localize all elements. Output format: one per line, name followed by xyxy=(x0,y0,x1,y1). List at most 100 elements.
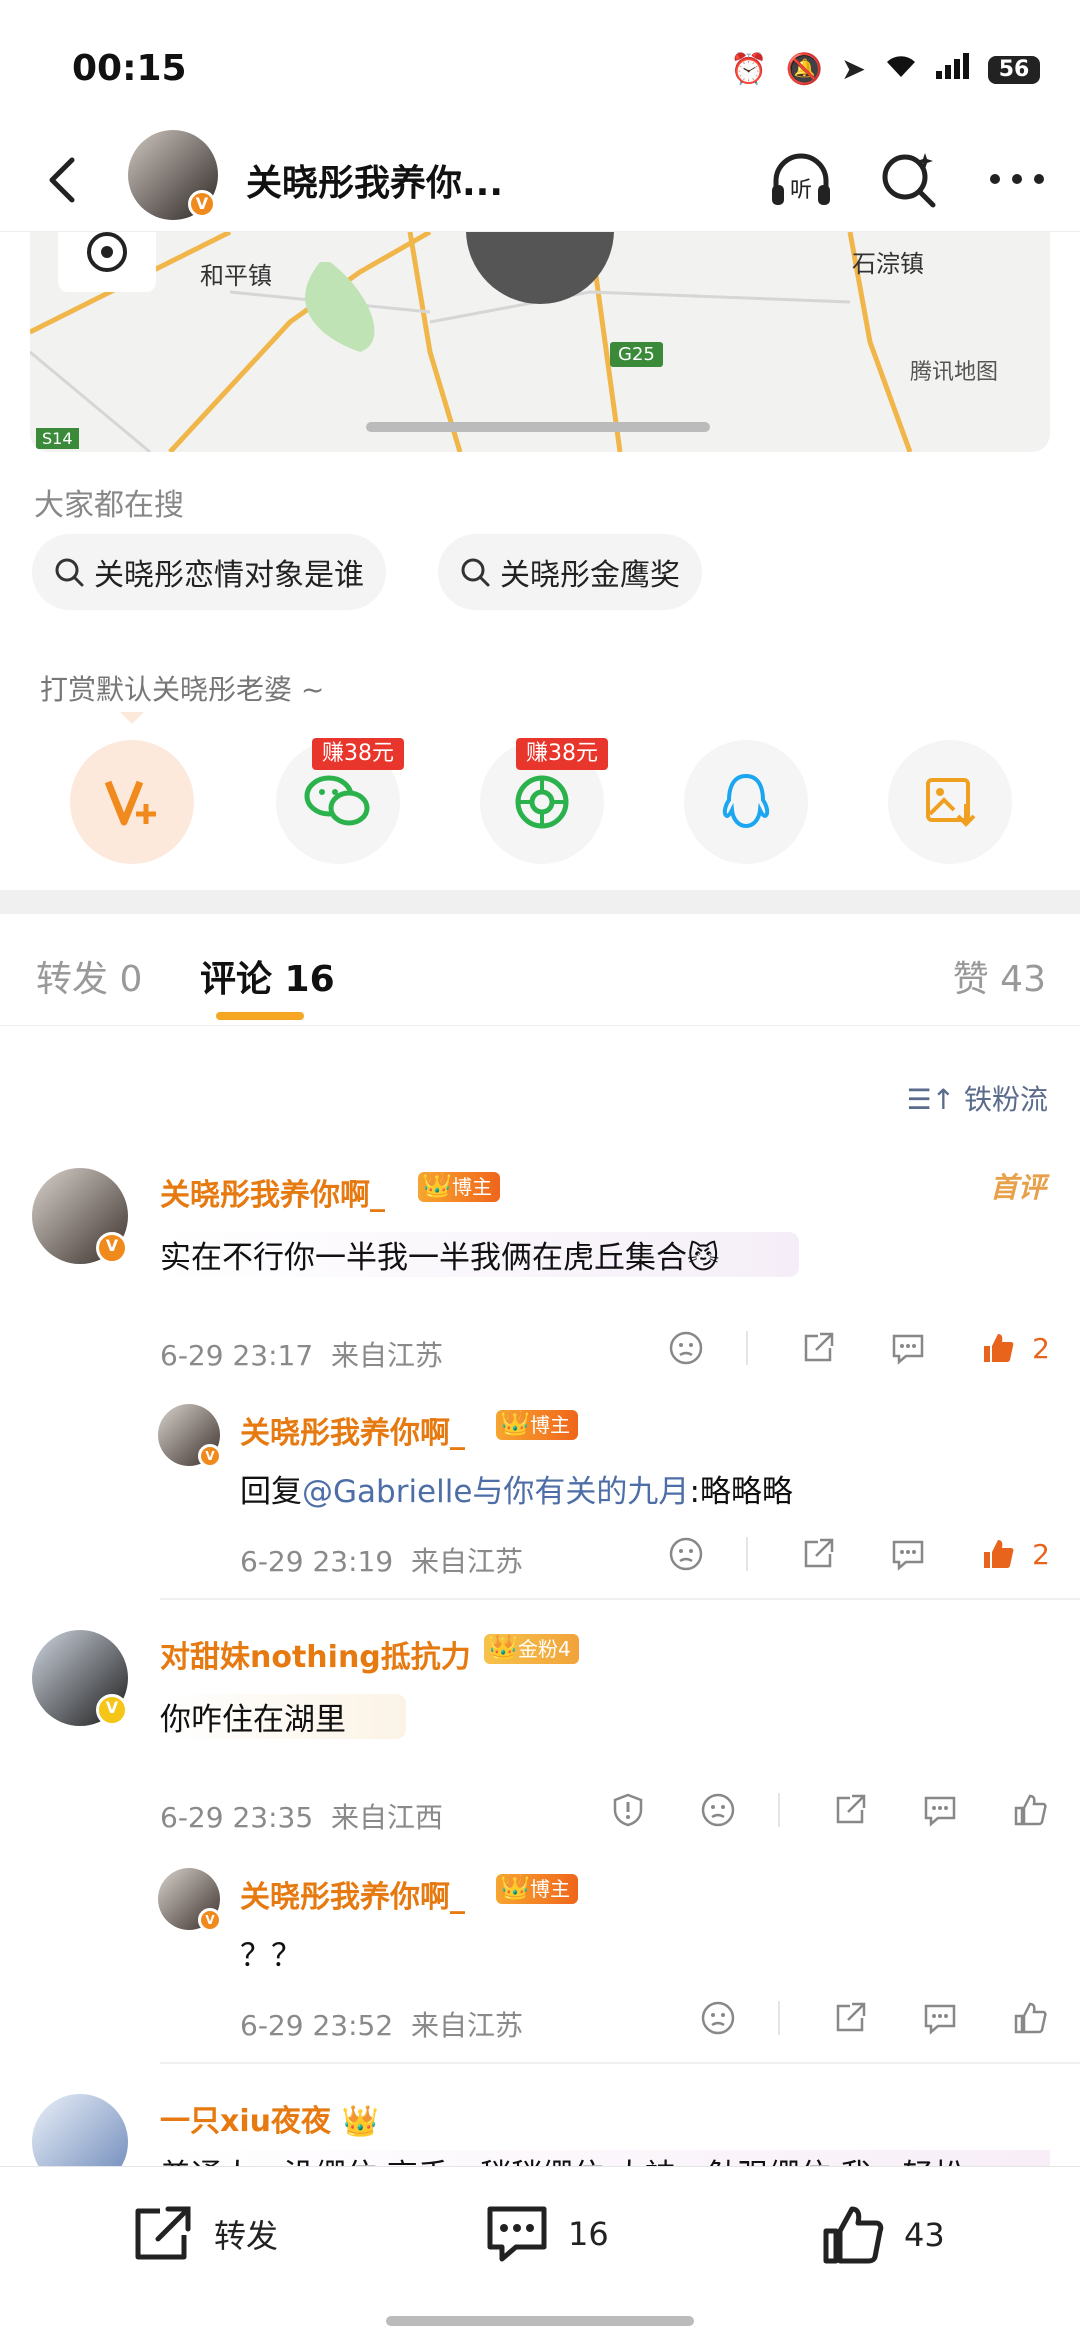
map-road-sign: G25 xyxy=(610,342,663,367)
tab-repost[interactable]: 转发 0 xyxy=(36,950,142,1002)
hot-search-chip[interactable]: 关晓彤金鹰奖 xyxy=(438,534,702,610)
comment-author[interactable]: 关晓彤我养你啊_ xyxy=(240,1872,465,1916)
share-icon xyxy=(836,1794,866,1824)
comment-icon xyxy=(892,1540,924,1571)
comment-text: 回复@Gabrielle与你有关的九月:略略略 xyxy=(240,1466,793,1511)
author-badge: 👑 博主 xyxy=(496,1873,578,1904)
reward-title: 打赏默认关晓彤老婆 ~ xyxy=(40,673,325,706)
more-button[interactable] xyxy=(984,146,1050,212)
share-icon xyxy=(804,1332,834,1362)
tab-likes[interactable]: 赞 43 xyxy=(953,950,1046,1002)
badge-label: 博主 xyxy=(530,1877,570,1901)
like-button[interactable]: 43 xyxy=(820,2203,945,2267)
comment-author[interactable]: 对甜妹nothing抵抗力 xyxy=(160,1632,471,1676)
hot-search-chip[interactable]: 关晓彤恋情对象是谁 xyxy=(32,534,386,610)
row-separator xyxy=(160,2062,1080,2064)
header-actions: 听 xyxy=(768,146,1050,212)
map-brand: 腾讯地图 xyxy=(910,360,999,385)
comment-time: 6-29 23:19 xyxy=(240,1545,394,1578)
sort-button[interactable]: ☰↑ 铁粉流 xyxy=(907,1078,1048,1118)
status-time: 00:15 xyxy=(72,48,187,89)
thumbs-up-icon xyxy=(823,2206,884,2264)
dislike-button[interactable] xyxy=(666,1534,706,1574)
comment-author[interactable]: 关晓彤我养你啊_ xyxy=(160,1170,385,1214)
comment-time: 6-29 23:35 xyxy=(160,1801,314,1834)
locate-button[interactable] xyxy=(58,232,156,292)
comment-icon xyxy=(487,2206,547,2262)
comment-meta: 6-29 23:17 来自江苏 xyxy=(160,1334,443,1374)
first-comment-tag: 首评 xyxy=(989,1171,1046,1204)
like-button[interactable] xyxy=(978,1328,1018,1368)
locate-icon xyxy=(87,232,127,272)
comment-text: 你咋住在湖里 xyxy=(160,1694,406,1739)
action-divider xyxy=(778,1793,780,1827)
dislike-button[interactable] xyxy=(698,1998,738,2038)
comment-emoji: 😼 xyxy=(687,1240,720,1276)
comment-body: 实在不行你一半我一半我俩在虎丘集合 xyxy=(160,1240,687,1276)
frown-icon xyxy=(701,1793,735,1827)
share-button[interactable] xyxy=(830,1998,870,2038)
avatar[interactable]: V xyxy=(128,130,218,220)
like-count: 2 xyxy=(1032,1537,1050,1571)
reply-prefix: 回复 xyxy=(240,1474,302,1510)
author-badge: 👑 博主 xyxy=(418,1171,500,1202)
comment-time: 6-29 23:52 xyxy=(240,2009,394,2042)
sort-icon: ☰↑ xyxy=(906,1083,964,1116)
avatar[interactable]: V xyxy=(32,1168,128,1264)
moments-icon xyxy=(515,775,569,829)
like-button[interactable] xyxy=(1010,1998,1050,2038)
comment-time: 6-29 23:17 xyxy=(160,1339,314,1372)
map-scrollbar[interactable] xyxy=(366,422,710,432)
dislike-button[interactable] xyxy=(666,1328,706,1368)
map-label-town: 石淙镇 xyxy=(852,250,924,278)
mention-link[interactable]: @Gabrielle与你有关的九月 xyxy=(302,1474,689,1510)
comment-location: 来自江西 xyxy=(330,1801,443,1834)
wifi-icon xyxy=(884,52,918,87)
crown-icon: 👑 xyxy=(500,1409,530,1437)
share-qq-button[interactable] xyxy=(684,740,808,864)
share-button[interactable] xyxy=(830,1790,870,1830)
comment-author[interactable]: 关晓彤我养你啊_ xyxy=(240,1408,465,1452)
reply-button[interactable] xyxy=(888,1328,928,1368)
repost-button[interactable]: 转发 xyxy=(130,2203,278,2265)
comment-author[interactable]: 一只xiu夜夜 👑 xyxy=(160,2096,379,2140)
thumbs-up-icon xyxy=(984,1334,1014,1362)
author-name: 一只xiu夜夜 xyxy=(160,2104,331,2139)
reply-button[interactable] xyxy=(888,1534,928,1574)
headphones-icon: 听 xyxy=(772,153,830,205)
search-icon xyxy=(461,558,490,587)
comment-button[interactable]: 16 xyxy=(484,2203,609,2265)
share-icon xyxy=(836,2002,866,2032)
avatar[interactable]: V xyxy=(158,1868,222,1932)
frown-icon xyxy=(701,2001,735,2035)
post-tabs: 转发 0 评论 16 赞 43 xyxy=(0,914,1080,1026)
crown-icon: 👑 xyxy=(422,1171,452,1199)
wechat-icon xyxy=(304,775,370,826)
dislike-button[interactable] xyxy=(698,1790,738,1830)
reward-button[interactable] xyxy=(70,740,194,864)
badge-label: 博主 xyxy=(452,1175,492,1199)
crown-icon: 👑 xyxy=(500,1873,530,1901)
report-button[interactable] xyxy=(608,1790,648,1830)
comment-actions xyxy=(648,1998,1050,2038)
like-button[interactable] xyxy=(1010,1790,1050,1830)
page-title[interactable]: 关晓彤我养你... xyxy=(246,154,503,206)
like-button[interactable] xyxy=(978,1534,1018,1574)
avatar[interactable]: V xyxy=(158,1404,222,1468)
share-button[interactable] xyxy=(798,1534,838,1574)
reply-button[interactable] xyxy=(920,1998,960,2038)
repost-label: 转发 xyxy=(214,2217,279,2255)
comment-body: :略略略 xyxy=(689,1474,793,1510)
comment-text: 实在不行你一半我一半我俩在虎丘集合😼 xyxy=(160,1232,800,1277)
listen-button[interactable]: 听 xyxy=(768,146,834,212)
save-image-button[interactable] xyxy=(888,740,1012,864)
location-map[interactable]: 和平镇 石淙镇 G25 S14 腾讯地图 xyxy=(30,232,1050,452)
back-button[interactable] xyxy=(36,150,96,210)
share-button[interactable] xyxy=(798,1328,838,1368)
avatar[interactable]: V xyxy=(32,1630,128,1726)
chip-label: 关晓彤恋情对象是谁 xyxy=(94,558,364,593)
search-button[interactable] xyxy=(876,146,942,212)
reply-button[interactable] xyxy=(920,1790,960,1830)
tab-comments[interactable]: 评论 16 xyxy=(200,950,335,1002)
frown-icon xyxy=(669,1331,703,1365)
